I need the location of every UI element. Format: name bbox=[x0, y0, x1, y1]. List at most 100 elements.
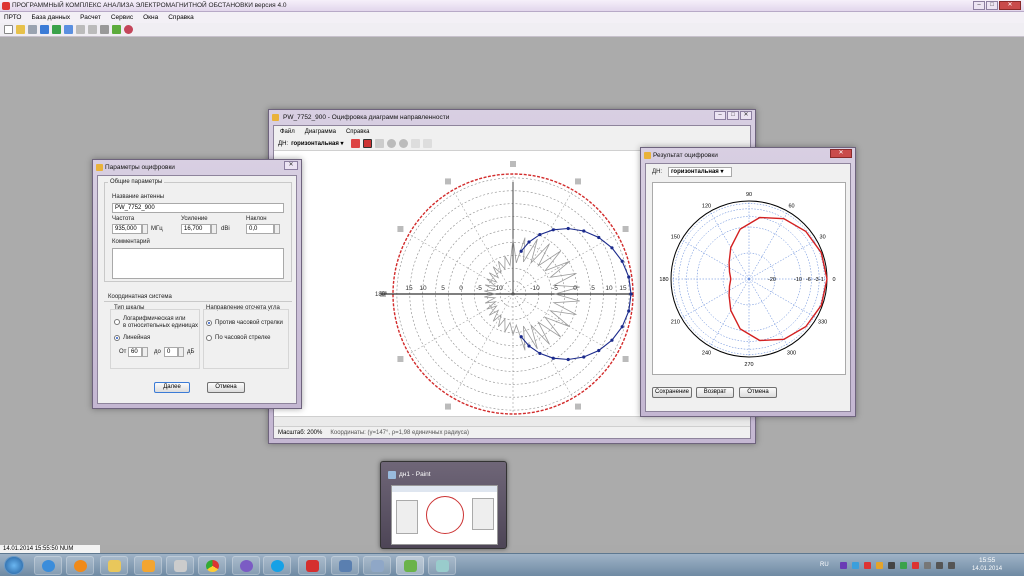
menu-diagram[interactable]: Диаграмма bbox=[305, 129, 336, 135]
taskbar-chrome[interactable] bbox=[198, 556, 226, 575]
tilt-input[interactable]: 0,0 bbox=[246, 224, 274, 234]
from-spinner[interactable] bbox=[142, 347, 148, 357]
frequency-input[interactable]: 935,000 bbox=[112, 224, 142, 234]
paint-taskbar-thumbnail[interactable]: дн1 - Paint bbox=[380, 461, 507, 549]
tray-icon[interactable] bbox=[840, 562, 847, 569]
taskbar-viber[interactable] bbox=[232, 556, 260, 575]
scale-linear-label: Линейная bbox=[123, 335, 151, 341]
pencil-icon[interactable] bbox=[112, 25, 121, 34]
marker-icon[interactable] bbox=[362, 139, 372, 148]
undo-icon[interactable] bbox=[410, 139, 420, 148]
menu-help[interactable]: Справка bbox=[346, 129, 370, 135]
maximize-icon[interactable]: □ bbox=[986, 1, 998, 10]
minimize-icon[interactable]: – bbox=[714, 111, 726, 120]
taskbar-skype[interactable] bbox=[263, 556, 291, 575]
menu-file[interactable]: Файл bbox=[280, 129, 295, 135]
play-icon[interactable] bbox=[76, 25, 85, 34]
paint-preview[interactable] bbox=[391, 485, 498, 545]
taskbar-pdf[interactable] bbox=[298, 556, 326, 575]
clock-time[interactable]: 15:55 bbox=[979, 557, 995, 564]
horizontal-scrollbar[interactable] bbox=[274, 416, 750, 426]
taskbar-emo-app[interactable] bbox=[363, 556, 391, 575]
close-icon[interactable]: ✕ bbox=[740, 111, 752, 120]
text-icon[interactable] bbox=[40, 25, 49, 34]
copy-icon[interactable] bbox=[100, 25, 109, 34]
menu-calculation[interactable]: Расчет bbox=[80, 14, 101, 21]
menu-prto[interactable]: ПРТО bbox=[4, 14, 21, 21]
dir-ccw-radio[interactable] bbox=[206, 320, 212, 326]
taskbar-paint[interactable] bbox=[396, 556, 424, 575]
tray-icon[interactable] bbox=[912, 562, 919, 569]
menu-windows[interactable]: Окна bbox=[143, 14, 158, 21]
db-unit: дБ bbox=[187, 349, 195, 355]
scale-linear-radio[interactable] bbox=[114, 335, 120, 341]
back-button[interactable]: Возврат bbox=[696, 387, 734, 398]
to-spinner[interactable] bbox=[178, 347, 184, 357]
tray-icon[interactable] bbox=[864, 562, 871, 569]
taskbar-window[interactable] bbox=[331, 556, 359, 575]
frequency-spinner[interactable] bbox=[142, 224, 148, 234]
gain-input[interactable]: 16,700 bbox=[181, 224, 211, 234]
scale-log-radio[interactable] bbox=[114, 319, 120, 325]
app-icon bbox=[2, 2, 10, 10]
language-indicator[interactable]: RU bbox=[820, 562, 829, 568]
open-folder-icon[interactable] bbox=[16, 25, 25, 34]
taskbar-explorer[interactable] bbox=[100, 556, 128, 575]
close-icon[interactable]: ✕ bbox=[830, 149, 852, 158]
tray-icon[interactable] bbox=[852, 562, 859, 569]
result-pattern-select[interactable]: горизонтальная ▾ bbox=[668, 167, 732, 177]
digitized-point bbox=[620, 325, 624, 329]
document-icon[interactable] bbox=[64, 25, 73, 34]
clock-date[interactable]: 14.01.2014 bbox=[972, 566, 1002, 572]
menu-help[interactable]: Справка bbox=[168, 14, 194, 21]
volume-icon[interactable] bbox=[948, 562, 955, 569]
start-button[interactable] bbox=[4, 556, 24, 575]
taskbar-app[interactable] bbox=[134, 556, 162, 575]
grid-spoke bbox=[512, 189, 574, 295]
close-icon[interactable]: ✕ bbox=[284, 161, 298, 170]
comment-label: Комментарий bbox=[112, 239, 150, 245]
minimize-icon[interactable]: – bbox=[973, 1, 985, 10]
dir-cw-radio[interactable] bbox=[206, 335, 212, 341]
scale-log-line1: Логарифмическая или bbox=[123, 316, 186, 322]
zoom-out-icon[interactable] bbox=[398, 139, 408, 148]
cancel-button[interactable]: Отмена bbox=[739, 387, 777, 398]
gain-spinner[interactable] bbox=[211, 224, 217, 234]
select-icon[interactable] bbox=[374, 139, 384, 148]
save-button[interactable]: Сохранение bbox=[652, 387, 692, 398]
add-icon[interactable] bbox=[52, 25, 61, 34]
new-file-icon[interactable] bbox=[4, 25, 13, 34]
close-icon[interactable]: ✕ bbox=[999, 1, 1021, 10]
tray-icon[interactable] bbox=[900, 562, 907, 569]
gain-unit: dBi bbox=[221, 226, 230, 232]
taskbar-other[interactable] bbox=[428, 556, 456, 575]
menu-database[interactable]: База данных bbox=[31, 14, 70, 21]
pick-point-icon[interactable] bbox=[350, 139, 360, 148]
tray-icon[interactable] bbox=[924, 562, 931, 569]
cancel-button[interactable]: Отмена bbox=[207, 382, 245, 393]
save-icon[interactable] bbox=[28, 25, 37, 34]
result-window: Результат оцифровки ✕ ДН: горизонтальная… bbox=[640, 147, 856, 417]
pattern-select[interactable]: горизонтальная ▾ bbox=[291, 140, 344, 147]
network-icon[interactable] bbox=[936, 562, 943, 569]
to-input[interactable]: 0 bbox=[164, 347, 178, 357]
paint-thumb-title: дн1 - Paint bbox=[399, 471, 431, 478]
zoom-in-icon[interactable] bbox=[386, 139, 396, 148]
tray-icon[interactable] bbox=[876, 562, 883, 569]
globe-icon[interactable] bbox=[124, 25, 133, 34]
taskbar-media-player[interactable] bbox=[66, 556, 94, 575]
redo-icon[interactable] bbox=[422, 139, 432, 148]
antenna-name-input[interactable]: PW_7752_900 bbox=[112, 203, 284, 213]
tray-icon[interactable] bbox=[888, 562, 895, 569]
comment-textarea[interactable] bbox=[112, 248, 284, 279]
menu-service[interactable]: Сервис bbox=[111, 14, 133, 21]
taskbar-ie[interactable] bbox=[34, 556, 62, 575]
tilt-spinner[interactable] bbox=[274, 224, 280, 234]
from-label: От bbox=[119, 349, 127, 355]
taskbar-game[interactable] bbox=[166, 556, 194, 575]
from-input[interactable]: 60 bbox=[128, 347, 142, 357]
next-button[interactable]: Далее bbox=[154, 382, 190, 393]
digitized-point bbox=[551, 356, 555, 360]
maximize-icon[interactable]: □ bbox=[727, 111, 739, 120]
stop-icon[interactable] bbox=[88, 25, 97, 34]
